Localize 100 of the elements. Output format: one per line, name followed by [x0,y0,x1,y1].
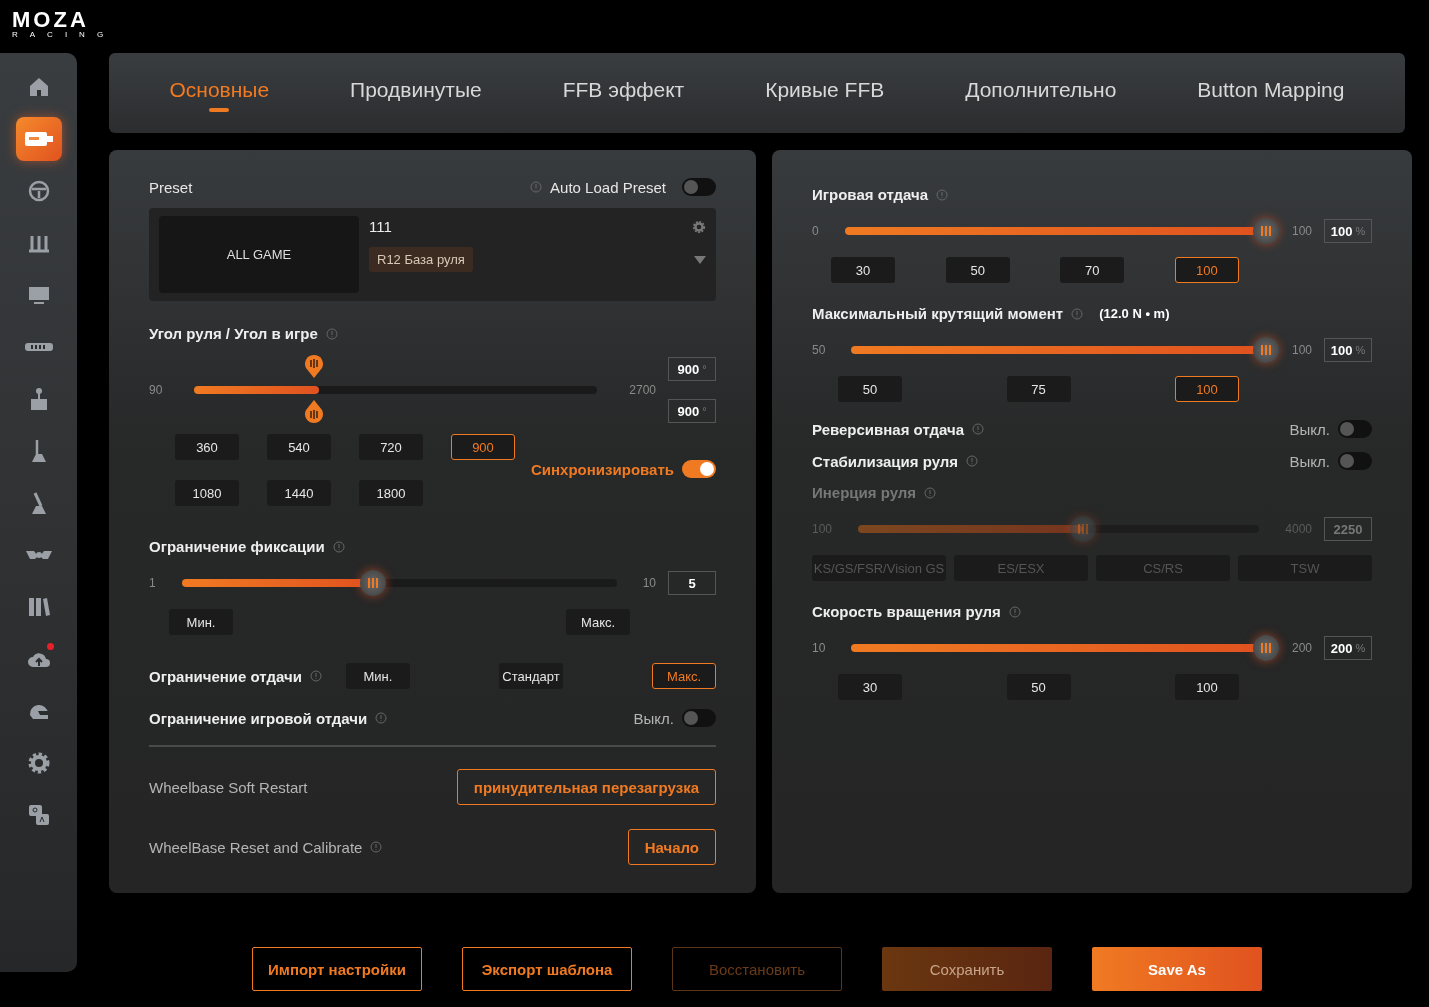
preset-chip[interactable]: 50 [1006,674,1071,700]
state-label: Выкл. [1289,420,1330,438]
info-icon [966,455,979,467]
preset-chip[interactable]: 100 [1175,376,1239,402]
slider-thumb[interactable] [1252,337,1279,363]
slider-max: 100 [1291,343,1312,357]
preset-chip[interactable]: 70 [1060,257,1125,283]
preset-chip[interactable]: 1440 [267,480,331,507]
option-chip[interactable]: Макс. [652,663,716,690]
slider-min: 1 [149,576,156,591]
value-field[interactable]: 900 ° [668,357,716,382]
slider-min: 10 [812,641,826,655]
preset-chip[interactable]: 50 [945,257,1010,283]
hub-icon [24,548,53,562]
toggle-switch[interactable] [682,709,716,728]
auto-load-label: Auto Load Preset [550,178,666,196]
section-title: Угол руля / Угол в игре [149,325,318,343]
slider-min: 0 [812,224,819,238]
pin-thumb[interactable] [303,354,324,379]
logo: MOZA RACING [12,10,117,40]
footer-button[interactable]: Экспорт шаблона [462,947,632,991]
preset-chip[interactable]: 50 [838,376,902,402]
torque-note: (12.0 N • m) [1099,306,1170,321]
action-button[interactable]: принудительная перезагрузка [456,769,716,805]
info-icon [972,423,985,435]
section-title: Ограничение игровой отдачи [149,709,368,727]
slider-thumb[interactable] [1069,516,1096,542]
preset-chip[interactable]: 1080 [175,480,239,507]
steering-wheel-icon [26,179,51,203]
value-field[interactable]: 5 [668,571,716,596]
info-icon [375,712,388,725]
section-title: Стабилизация руля [812,452,959,470]
preset-chip[interactable]: 100 [1174,257,1239,283]
slider-thumb[interactable] [1252,218,1279,244]
settings-icon[interactable] [692,219,706,234]
state-label: Выкл. [633,709,674,727]
min-button[interactable]: Мин. [169,609,233,636]
tab[interactable]: Продвинутые [342,74,490,112]
tab[interactable]: Основные [161,74,278,112]
preset-chip[interactable]: 540 [267,434,331,461]
max-button[interactable]: Макс. [566,609,630,636]
section-title: Максимальный крутящий момент [812,305,1064,322]
toggle-switch[interactable] [682,178,716,196]
section-title: Ограничение фиксации [149,538,325,556]
sidebar-item[interactable] [15,117,62,161]
qa-icon [26,803,51,827]
slider-max: 10 [642,576,656,591]
preset-chip[interactable]: 100 [1175,674,1239,700]
preset-chip[interactable]: 30 [831,257,895,283]
tab[interactable]: Кривые FFB [757,74,893,112]
preset-chip[interactable]: 720 [359,434,423,461]
section-title: Инерция руля [812,484,917,501]
tab[interactable]: Дополнительно [957,74,1125,112]
preset-chip[interactable]: 360 [175,434,239,461]
slider-max: 100 [1291,224,1312,238]
value-field[interactable]: 900 ° [668,399,716,424]
info-icon [325,327,338,340]
library-icon [26,595,51,619]
slider-max: 2700 [629,383,656,398]
led-bar-icon [24,342,53,352]
preset-chip[interactable]: 1800 [359,480,423,507]
tab[interactable]: Button Mapping [1189,74,1353,112]
slider-thumb[interactable] [360,570,387,597]
device-tag: R12 База руля [369,247,473,272]
toggle-switch[interactable] [1338,420,1372,438]
section-title: Скорость вращения руля [812,603,1001,620]
state-label: Выкл. [1289,452,1330,470]
info-icon [309,670,322,683]
section-title: Реверсивная отдача [812,420,965,438]
footer-button[interactable]: Сохранить [882,947,1052,991]
settings-icon [26,751,51,775]
action-label: WheelBase Reset and Calibrate [149,838,363,856]
preset-card[interactable]: ALL GAME 111 R12 База руля [149,208,716,302]
dropdown-caret-icon[interactable] [694,255,706,264]
value-field[interactable]: 200 % [1324,636,1372,660]
value-field[interactable]: 100 % [1324,219,1372,243]
preset-image: ALL GAME [159,216,359,294]
pin-thumb[interactable] [303,400,324,425]
info-icon [332,540,345,553]
preset-chip[interactable]: 900 [451,434,515,461]
action-label: Wheelbase Soft Restart [149,778,308,796]
tab[interactable]: FFB эффект [554,74,693,112]
option-chip[interactable]: Стандарт [498,663,563,690]
toggle-switch[interactable] [682,460,716,479]
preset-chip[interactable]: 30 [838,674,902,700]
toggle-switch[interactable] [1338,452,1372,470]
slider-min: 90 [149,383,163,398]
sync-label: Синхронизировать [531,460,674,478]
info-icon [1071,307,1084,320]
slider-max: 200 [1291,641,1312,655]
option-chip[interactable]: Мин. [345,663,410,690]
footer-button[interactable]: Импорт настройки [252,947,422,991]
preset-chip[interactable]: 75 [1006,376,1071,402]
info-icon [936,188,949,201]
value-field[interactable]: 100 % [1324,338,1372,362]
preset-label: Preset [149,178,193,196]
info-icon [530,181,543,193]
section-title: Игровая отдача [812,186,929,203]
action-button[interactable]: Начало [627,829,716,865]
slider-thumb[interactable] [1252,635,1279,661]
